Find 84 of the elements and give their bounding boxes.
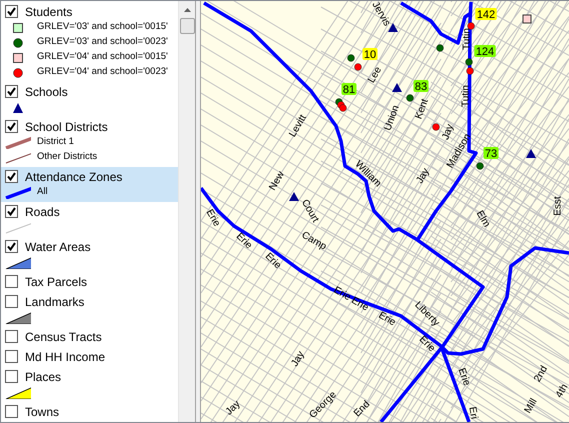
layer-checkbox[interactable] <box>5 405 18 418</box>
street-label: Tutin <box>460 85 472 107</box>
street-label: Tutin <box>462 28 473 50</box>
street-label: 4th <box>554 382 569 400</box>
layer-name[interactable]: School Districts <box>25 118 108 136</box>
layer-checkbox[interactable] <box>5 350 18 363</box>
street-label: Jay <box>289 350 307 369</box>
street-label: Erie Erie <box>332 284 370 314</box>
layer-name[interactable]: Landmarks <box>25 292 84 310</box>
street-label: Erie <box>376 310 398 328</box>
count-label: 83 <box>414 80 428 93</box>
street-label: Jay <box>414 166 432 186</box>
check-mark-icon <box>7 242 16 251</box>
student-dot[interactable] <box>339 104 347 112</box>
check-mark-icon <box>7 87 16 96</box>
layer-name[interactable]: Tax Parcels <box>25 272 88 290</box>
check-mark-icon <box>7 7 16 16</box>
student-dot[interactable] <box>347 54 355 62</box>
symbol-label: GRLEV='03' and school='0023' <box>37 35 168 50</box>
symbol-label: Other Districts <box>37 150 98 164</box>
school-icon[interactable] <box>289 192 299 201</box>
scroll-bar[interactable] <box>178 1 195 422</box>
street-label: Erie <box>262 250 284 272</box>
layer-checkbox[interactable] <box>5 295 18 308</box>
count-label: 142 <box>475 8 497 21</box>
student-dot[interactable] <box>406 94 414 102</box>
layer-checkbox[interactable] <box>5 85 18 98</box>
check-mark-icon <box>7 172 16 181</box>
street-label: Erie <box>416 334 438 354</box>
street-label: End <box>352 398 372 420</box>
symbol-label: GRLEV='04' and school='0015' <box>37 50 168 64</box>
symbol-label: All <box>37 185 48 200</box>
layer-checkbox[interactable] <box>5 205 18 218</box>
selected-layer-highlight[interactable]: Attendance Zones All <box>1 167 178 202</box>
scroll-thumb[interactable] <box>180 18 194 34</box>
student-dot[interactable] <box>432 123 440 131</box>
street-label: Erie <box>234 230 254 252</box>
layer-name[interactable]: Water Areas <box>25 238 91 256</box>
layer-checkbox[interactable] <box>5 330 18 343</box>
street-label: Erie <box>204 208 222 229</box>
student-square[interactable] <box>522 14 532 24</box>
layer-checkbox[interactable] <box>5 5 18 18</box>
school-icon[interactable] <box>526 149 536 158</box>
street-label: Mill <box>522 396 540 416</box>
layer-name[interactable]: Md HH Income <box>25 348 106 366</box>
symbol-label: District 1 <box>37 135 74 150</box>
street-label: Kent <box>413 98 431 121</box>
student-dot[interactable] <box>354 63 362 71</box>
street-label: Erie <box>456 366 472 388</box>
layer-name[interactable]: Places <box>25 368 62 386</box>
symbol-label: GRLEV='03' and school='0015' <box>37 20 168 34</box>
symbol-label: GRLEV='04' and school='0023' <box>37 65 168 80</box>
layer-checkbox[interactable] <box>5 170 18 183</box>
student-dot[interactable] <box>467 22 475 30</box>
student-dot[interactable] <box>476 162 484 170</box>
check-mark-icon <box>7 207 16 216</box>
student-dot[interactable] <box>436 44 444 52</box>
student-dot[interactable] <box>466 67 474 75</box>
layer-checkbox[interactable] <box>5 240 18 253</box>
street-label: Union <box>382 104 402 132</box>
layer-checkbox[interactable] <box>5 120 18 133</box>
layer-checkbox[interactable] <box>5 275 18 288</box>
street-label: Jay <box>224 398 242 418</box>
street-label: Elm <box>474 208 492 230</box>
check-mark-icon <box>7 122 16 131</box>
street-label: Eri <box>466 406 480 420</box>
count-label: 124 <box>474 45 496 58</box>
street-label: 2nd <box>532 364 550 384</box>
count-label: 81 <box>342 83 356 96</box>
count-label: 73 <box>484 147 498 160</box>
layer-name[interactable]: Census Tracts <box>25 328 102 346</box>
layer-name[interactable]: Attendance Zones <box>25 168 122 186</box>
scroll-up-icon[interactable] <box>184 8 190 12</box>
street-label: Lee <box>366 65 384 86</box>
layer-name[interactable]: Roads <box>25 202 60 220</box>
street-label: Esst <box>552 196 564 216</box>
school-icon[interactable] <box>388 23 398 32</box>
layer-name[interactable]: Students <box>25 2 72 20</box>
count-label: 10 <box>362 48 378 61</box>
layer-name[interactable]: Towns <box>25 402 60 420</box>
student-dot[interactable] <box>465 58 473 66</box>
layer-name[interactable]: Schools <box>25 82 68 100</box>
school-icon[interactable] <box>392 83 402 92</box>
layer-checkbox[interactable] <box>5 370 18 383</box>
